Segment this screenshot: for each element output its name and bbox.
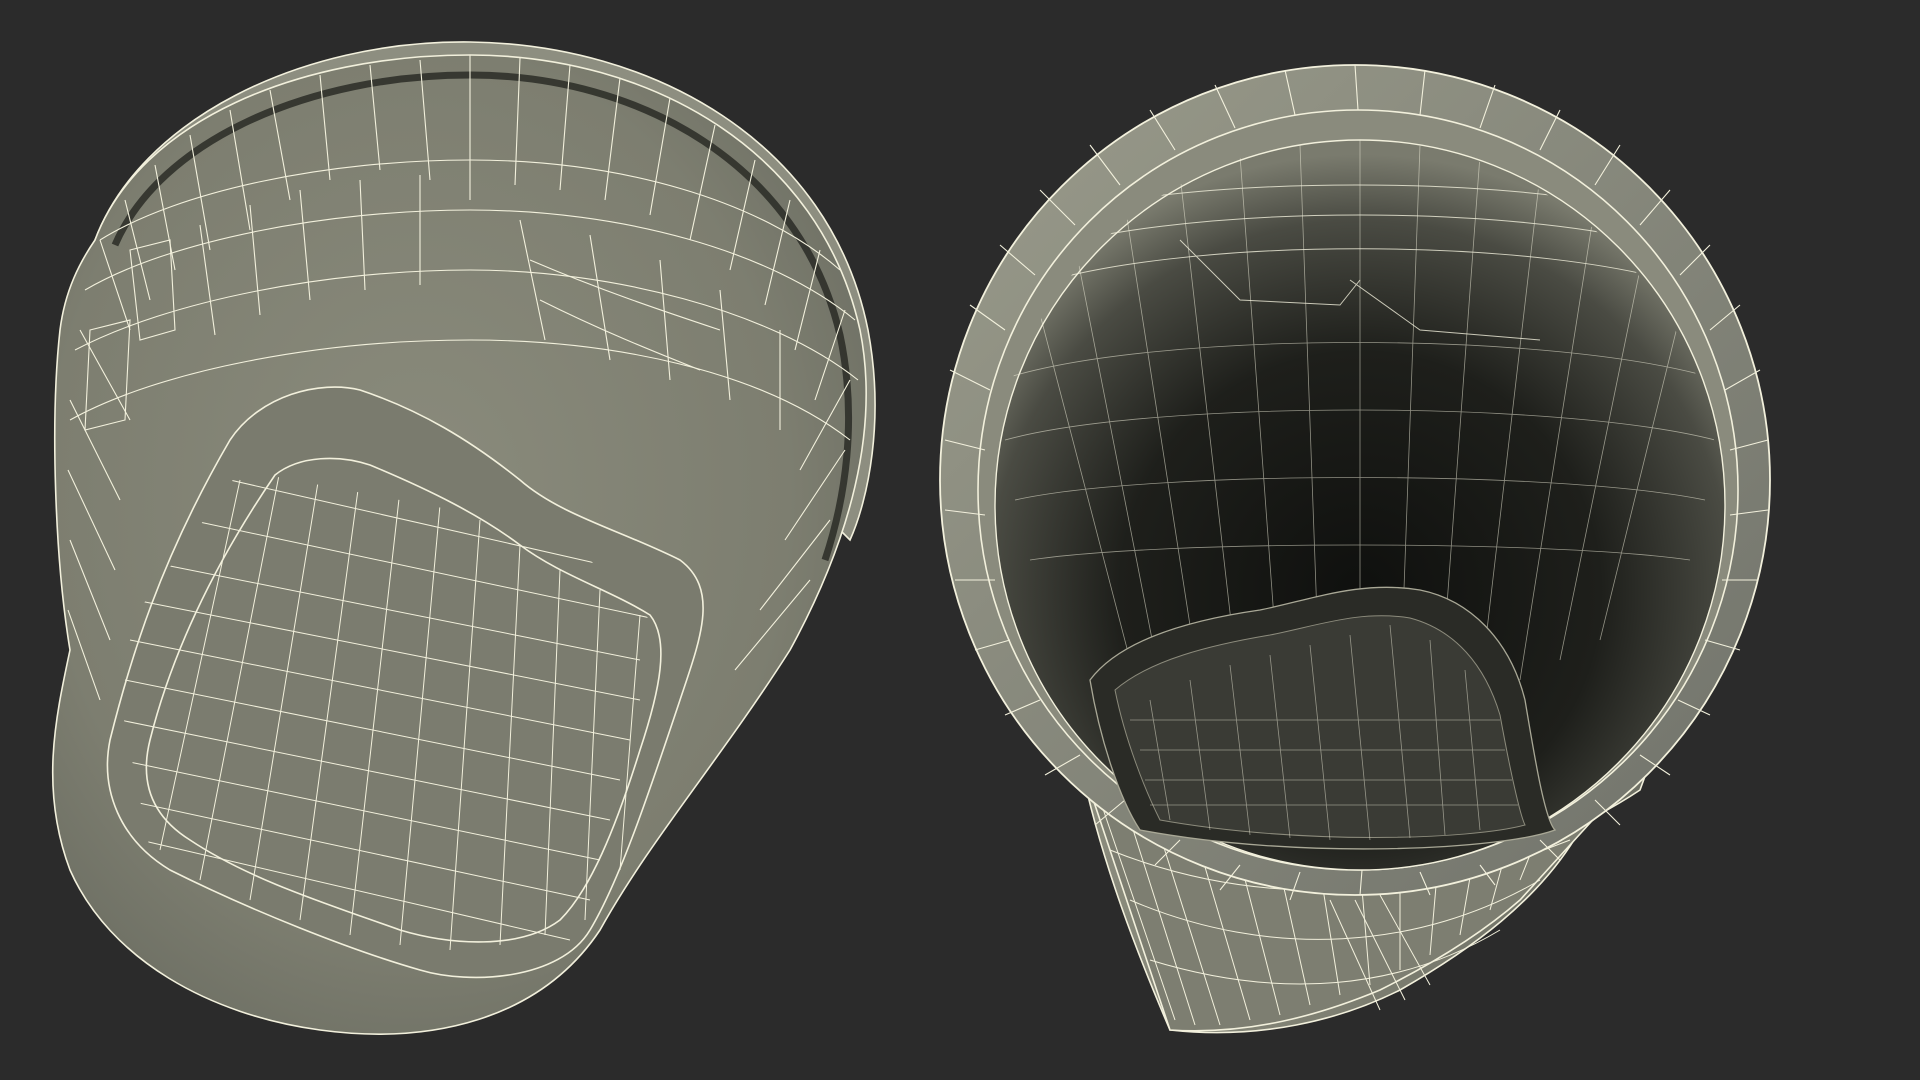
cup-bottom-view [51,41,876,1035]
cup-top-view [939,64,1771,1034]
render-viewport [51,41,1771,1035]
